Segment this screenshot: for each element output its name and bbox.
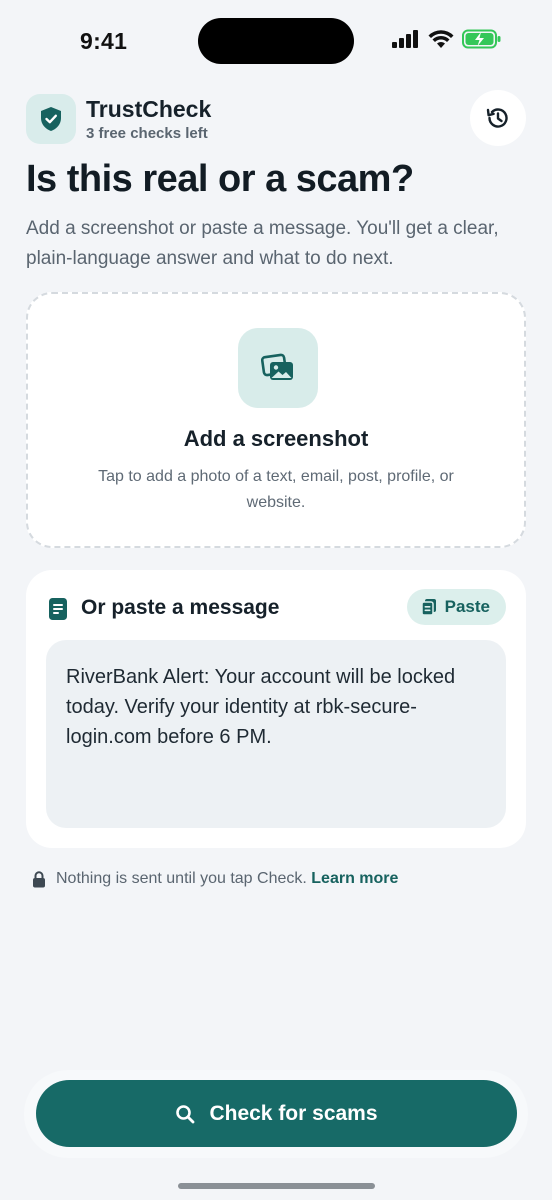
status-bar: 9:41 xyxy=(0,0,552,80)
wifi-icon xyxy=(428,29,454,48)
paste-message-card: Or paste a message Paste RiverBank Alert… xyxy=(26,570,526,848)
status-time: 9:41 xyxy=(80,28,128,54)
search-icon xyxy=(176,1104,195,1123)
add-screenshot-title: Add a screenshot xyxy=(183,426,369,451)
paste-button[interactable]: Paste xyxy=(406,589,506,625)
shield-check-icon xyxy=(41,107,61,131)
dynamic-island xyxy=(198,18,354,64)
app-header: TrustCheck 3 free checks left xyxy=(26,90,526,146)
photos-icon xyxy=(261,353,293,380)
privacy-message: Nothing is sent until you tap Check. xyxy=(56,870,307,887)
history-button[interactable] xyxy=(470,90,526,146)
free-checks-left: 3 free checks left xyxy=(86,125,208,142)
message-input[interactable]: RiverBank Alert: Your account will be lo… xyxy=(46,640,506,828)
signal-icon xyxy=(392,30,418,48)
check-for-scams-label: Check for scams xyxy=(209,1101,378,1125)
paste-section-icon xyxy=(48,597,68,626)
learn-more-link[interactable]: Learn more xyxy=(311,870,398,887)
document-icon xyxy=(49,598,67,620)
add-screenshot-card[interactable]: Add a screenshot Tap to add a photo of a… xyxy=(26,292,526,548)
history-icon xyxy=(486,108,508,128)
privacy-note: Nothing is sent until you tap Check. Lea… xyxy=(32,870,398,888)
battery-charging-icon xyxy=(462,29,501,49)
clipboard-icon xyxy=(420,599,436,616)
paste-button-label: Paste xyxy=(444,597,490,616)
check-for-scams-button[interactable]: Check for scams xyxy=(36,1080,517,1147)
paste-section-title: Or paste a message xyxy=(81,596,280,619)
status-icons xyxy=(392,29,502,49)
upload-icon-container xyxy=(238,328,318,408)
page-title: Is this real or a scam? xyxy=(26,158,414,200)
home-indicator[interactable] xyxy=(178,1183,375,1189)
app-logo xyxy=(26,94,76,144)
app-name: TrustCheck xyxy=(86,96,212,122)
page-description: Add a screenshot or paste a message. You… xyxy=(26,218,499,269)
add-screenshot-description: Tap to add a photo of a text, email, pos… xyxy=(98,468,454,511)
privacy-text: Nothing is sent until you tap Check. Lea… xyxy=(56,870,398,888)
lock-icon xyxy=(33,870,45,887)
